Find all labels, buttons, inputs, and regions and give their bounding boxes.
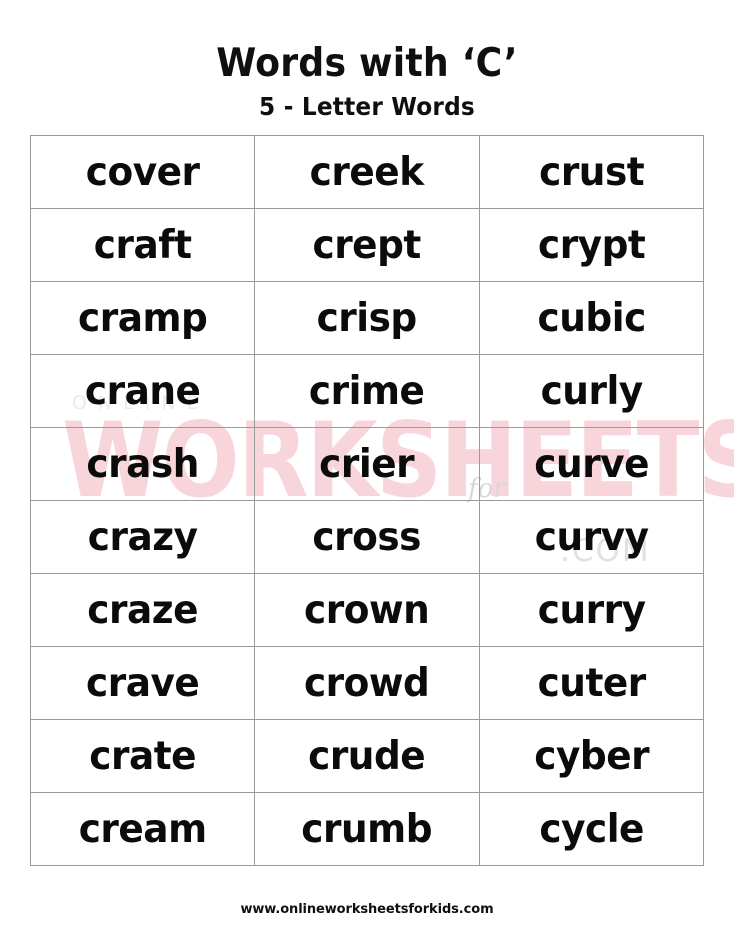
word-cell: crumb xyxy=(254,792,480,866)
word-text: cover xyxy=(85,149,200,195)
word-text: crude xyxy=(308,733,426,779)
word-text: cuter xyxy=(537,660,646,706)
word-text: crate xyxy=(89,733,197,779)
table-row: crash crier curve xyxy=(29,427,705,501)
worksheet-footer: www.onlineworksheetsforkids.com xyxy=(0,898,734,917)
word-cell: crane xyxy=(29,354,256,428)
table-row: craft crept crypt xyxy=(29,208,705,282)
word-text: crypt xyxy=(537,222,646,268)
word-cell: cramp xyxy=(29,281,256,355)
word-text: cross xyxy=(312,514,422,560)
word-text: craft xyxy=(93,222,192,268)
word-text: cycle xyxy=(539,806,644,852)
word-cell: curvy xyxy=(478,500,705,574)
word-text: crumb xyxy=(301,806,433,852)
worksheet-header: Words with ‘C’ 5 - Letter Words xyxy=(0,0,734,120)
word-text: crave xyxy=(86,660,200,706)
word-cell: curry xyxy=(478,573,705,647)
word-cell: crime xyxy=(254,354,480,428)
table-row: cramp crisp cubic xyxy=(29,281,705,355)
table-row: craze crown curry xyxy=(29,573,705,647)
table-row: cream crumb cycle xyxy=(29,792,705,866)
word-cell: crate xyxy=(29,719,256,793)
word-cell: cyber xyxy=(478,719,705,793)
word-text: curly xyxy=(540,368,643,414)
word-text: curvy xyxy=(534,514,649,560)
word-cell: crazy xyxy=(29,500,256,574)
word-list-table: cover creek crust craft crept crypt cram… xyxy=(29,135,705,866)
word-cell: cubic xyxy=(478,281,705,355)
word-text: cubic xyxy=(537,295,646,341)
word-text: crisp xyxy=(316,295,418,341)
word-cell: crave xyxy=(29,646,256,720)
word-text: crier xyxy=(319,441,415,487)
word-text: crown xyxy=(304,587,430,633)
page-title: Words with ‘C’ xyxy=(216,41,518,86)
word-text: craze xyxy=(87,587,199,633)
word-text: curve xyxy=(533,441,649,487)
word-text: curry xyxy=(537,587,646,633)
word-text: crane xyxy=(84,368,201,414)
table-row: crate crude cyber xyxy=(29,719,705,793)
word-cell: craze xyxy=(29,573,256,647)
word-cell: crowd xyxy=(254,646,480,720)
word-cell: crude xyxy=(254,719,480,793)
table-row: crazy cross curvy xyxy=(29,500,705,574)
word-text: crust xyxy=(538,149,645,195)
word-text: crept xyxy=(312,222,422,268)
word-cell: creek xyxy=(254,135,480,209)
word-cell: crept xyxy=(254,208,480,282)
word-text: crime xyxy=(309,368,425,414)
word-text: crowd xyxy=(304,660,430,706)
word-cell: crypt xyxy=(478,208,705,282)
word-cell: craft xyxy=(29,208,256,282)
worksheet-page: Words with ‘C’ 5 - Letter Words ONLINE W… xyxy=(0,0,734,950)
table-row: crave crowd cuter xyxy=(29,646,705,720)
word-text: cream xyxy=(78,806,207,852)
word-cell: cuter xyxy=(478,646,705,720)
table-row: cover creek crust xyxy=(29,135,705,209)
word-text: crash xyxy=(86,441,199,487)
word-cell: cover xyxy=(29,135,256,209)
word-cell: cream xyxy=(29,792,256,866)
word-cell: crisp xyxy=(254,281,480,355)
word-cell: cycle xyxy=(478,792,705,866)
word-text: creek xyxy=(310,149,424,195)
word-text: crazy xyxy=(87,514,198,560)
footer-website-url: www.onlineworksheetsforkids.com xyxy=(240,902,494,917)
word-text: cramp xyxy=(77,295,208,341)
word-list-body: cover creek crust craft crept crypt cram… xyxy=(29,135,705,866)
word-text: cyber xyxy=(533,733,649,779)
word-cell: crown xyxy=(254,573,480,647)
table-row: crane crime curly xyxy=(29,354,705,428)
word-cell: crust xyxy=(478,135,705,209)
word-cell: cross xyxy=(254,500,480,574)
word-cell: crier xyxy=(254,427,480,501)
word-cell: curve xyxy=(478,427,705,501)
word-cell: crash xyxy=(29,427,256,501)
page-subtitle: 5 - Letter Words xyxy=(259,91,475,121)
word-cell: curly xyxy=(478,354,705,428)
